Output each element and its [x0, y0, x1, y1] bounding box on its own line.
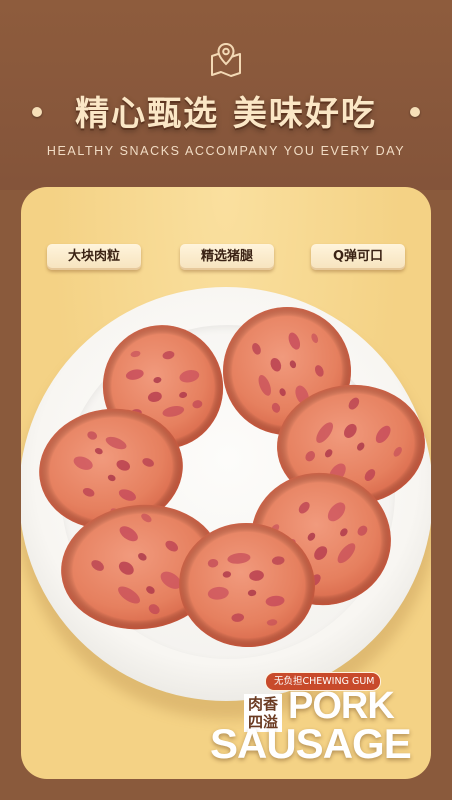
- page-subtitle: HEALTHY SNACKS ACCOMPANY YOU EVERY DAY: [46, 144, 406, 158]
- page-title: 精心甄选 美味好吃: [75, 94, 377, 134]
- decorative-dot-right: [410, 107, 420, 117]
- map-location-icon: [211, 42, 241, 77]
- flavor-badge-line1: 肉香: [247, 695, 278, 713]
- product-name-line2: SAUSAGE: [210, 720, 412, 767]
- header-banner: 精心甄选 美味好吃 HEALTHY SNACKS ACCOMPANY YOU E…: [0, 0, 452, 190]
